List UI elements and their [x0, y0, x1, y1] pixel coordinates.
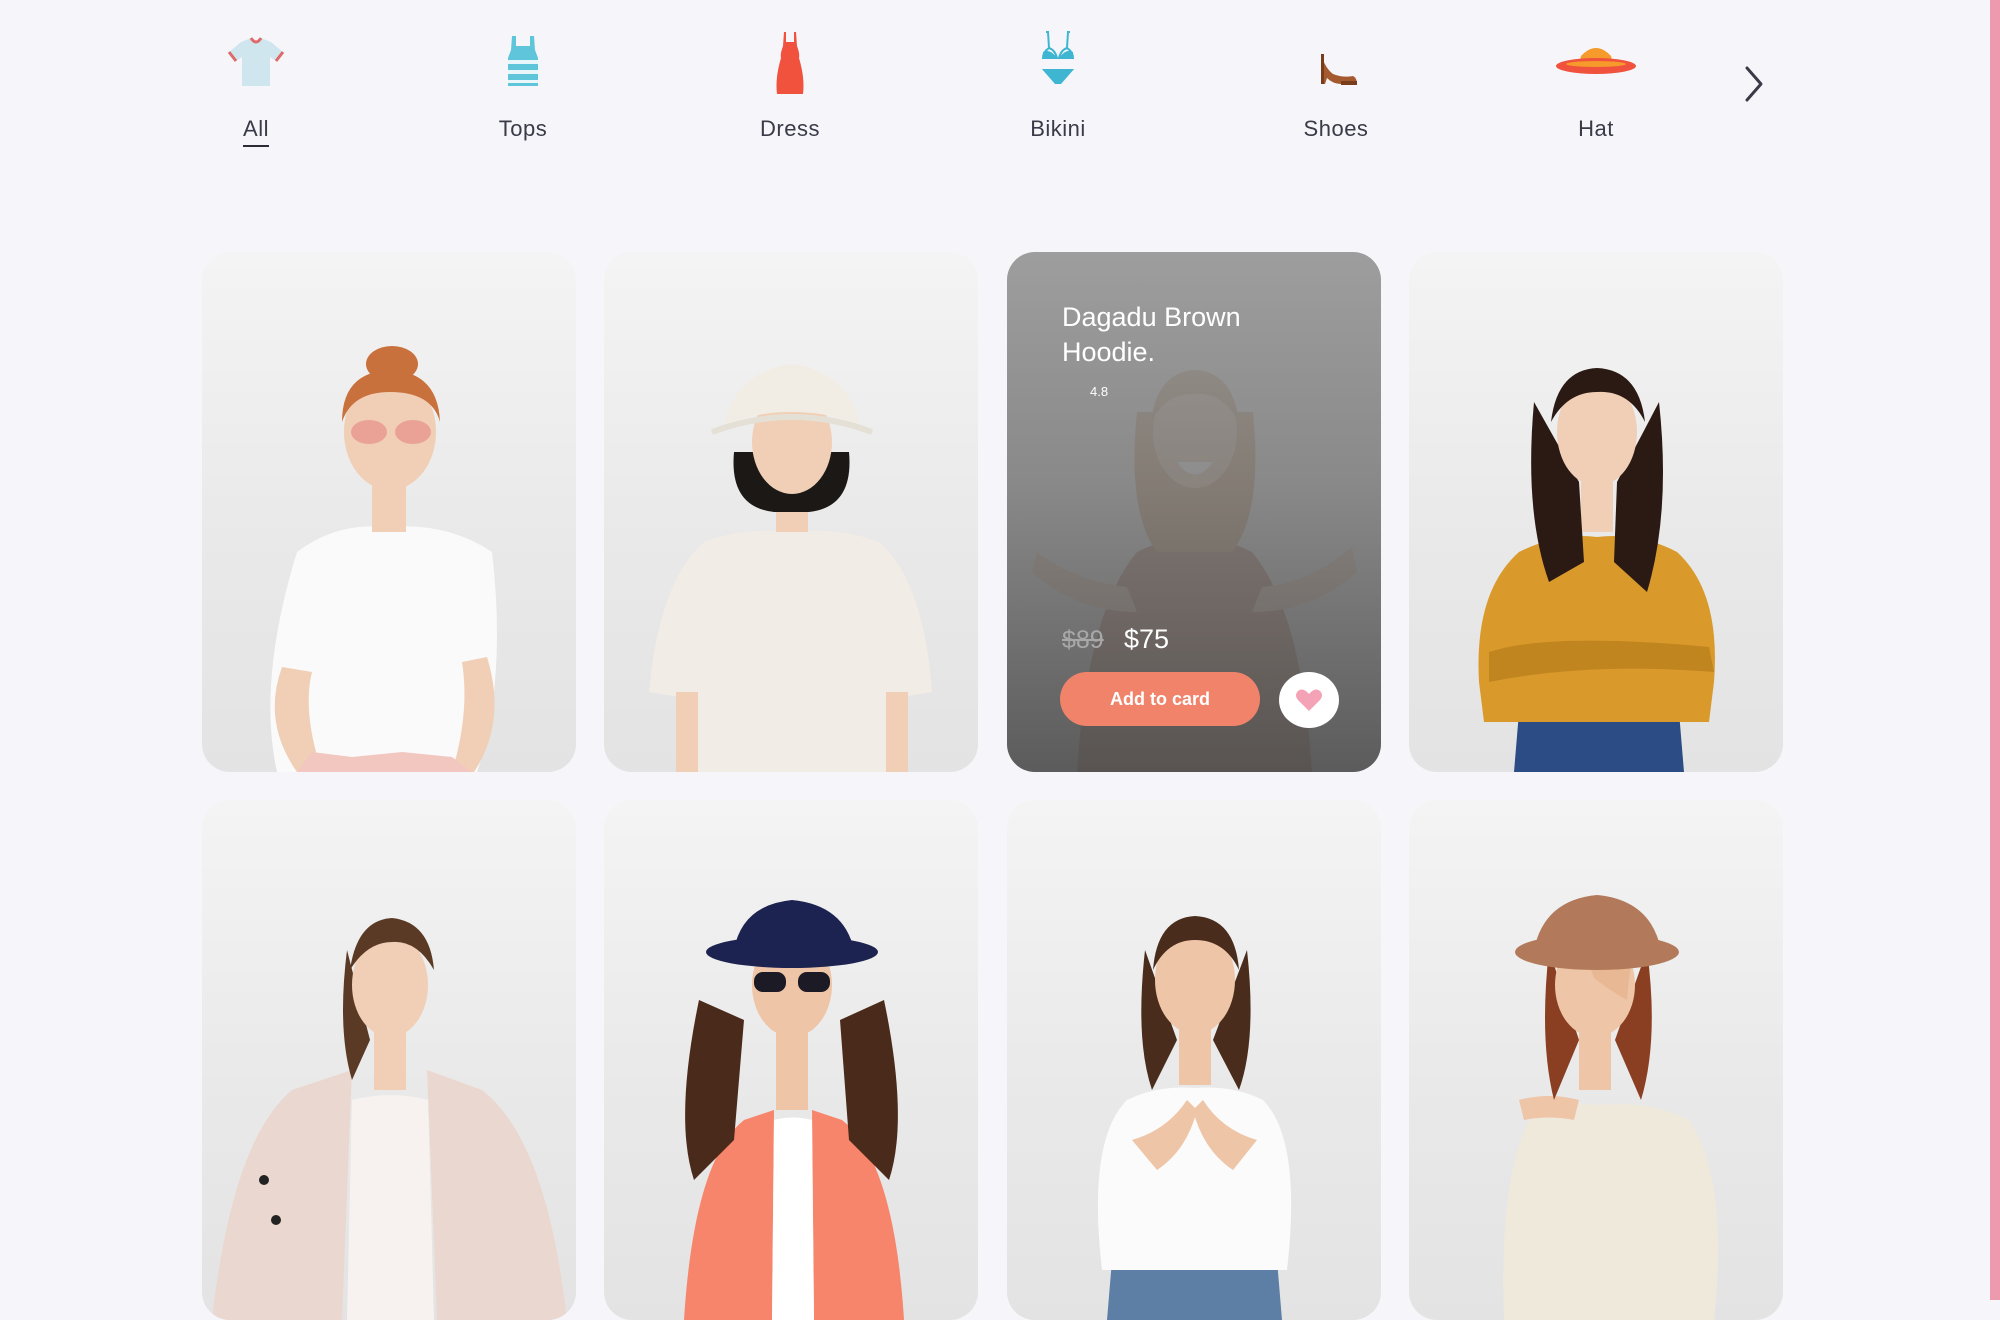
- product-old-price: $89: [1062, 626, 1104, 654]
- heart-icon: [1296, 689, 1322, 711]
- hat-icon: [1551, 28, 1641, 108]
- category-label: All: [171, 116, 341, 147]
- product-name: Dagadu Brown Hoodie.: [1062, 302, 1241, 367]
- category-nav: All Tops Dress Bikini Shoes Hat: [0, 0, 1990, 160]
- high-heel-icon: [1291, 28, 1381, 108]
- tshirt-icon: [211, 28, 301, 108]
- product-card[interactable]: [604, 800, 978, 1320]
- product-image: [604, 800, 978, 1320]
- favorite-button[interactable]: [1279, 672, 1339, 728]
- product-hover-overlay: Dagadu Brown Hoodie. 4.8 $89 $75 Add to …: [1007, 252, 1381, 772]
- category-label: Tops: [498, 116, 548, 141]
- category-hat[interactable]: Hat: [1511, 28, 1681, 148]
- product-card[interactable]: [1409, 800, 1783, 1320]
- product-image: [202, 252, 576, 772]
- right-edge-stripe: [1990, 0, 2000, 1300]
- product-price: $75: [1124, 624, 1170, 654]
- category-all[interactable]: All: [171, 28, 341, 148]
- category-dress[interactable]: Dress: [705, 28, 875, 148]
- product-card[interactable]: [202, 252, 576, 772]
- category-label: Hat: [1578, 116, 1614, 141]
- tank-top-icon: [478, 28, 568, 108]
- chevron-right-icon: [1745, 66, 1763, 102]
- product-image: [1409, 252, 1783, 772]
- category-bikini[interactable]: Bikini: [973, 28, 1143, 148]
- product-image: [1007, 800, 1381, 1320]
- category-label: Dress: [760, 116, 820, 141]
- product-card[interactable]: [202, 800, 576, 1320]
- category-label: Bikini: [1030, 116, 1086, 141]
- product-image: [1409, 800, 1783, 1320]
- dress-icon: [745, 28, 835, 108]
- product-card-featured[interactable]: Dagadu Brown Hoodie. 4.8 $89 $75 Add to …: [1007, 252, 1381, 772]
- product-card[interactable]: [1409, 252, 1783, 772]
- product-card[interactable]: [604, 252, 978, 772]
- product-card[interactable]: [1007, 800, 1381, 1320]
- product-image: [202, 800, 576, 1320]
- add-to-cart-button[interactable]: Add to card: [1060, 672, 1260, 726]
- category-tops[interactable]: Tops: [438, 28, 608, 148]
- category-shoes[interactable]: Shoes: [1251, 28, 1421, 148]
- product-rating: 4.8: [1090, 384, 1109, 399]
- category-label: Shoes: [1303, 116, 1369, 141]
- bikini-icon: [1013, 28, 1103, 108]
- next-category-button[interactable]: [1735, 58, 1775, 110]
- product-image: [604, 252, 978, 772]
